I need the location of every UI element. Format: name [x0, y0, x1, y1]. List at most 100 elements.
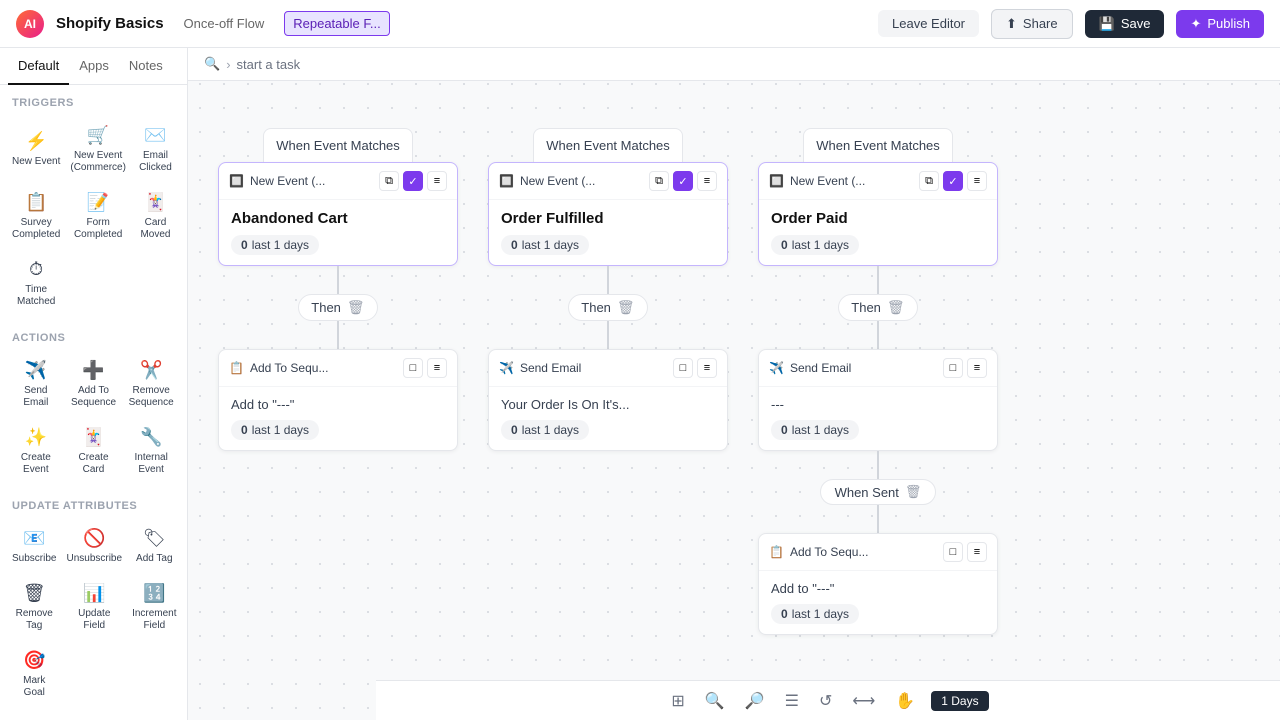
toolbar-grid-icon[interactable]: ⊞: [667, 687, 688, 715]
connector-1a: [337, 266, 339, 294]
tab-repeatable[interactable]: Repeatable F...: [284, 11, 389, 36]
toolbar-zoom-in-icon[interactable]: 🔍: [701, 687, 729, 715]
trigger-card-3-menu-btn[interactable]: ≡: [967, 171, 987, 191]
toolbar-zoom-out-icon[interactable]: 🔎: [741, 687, 769, 715]
breadcrumb: 🔍 › start a task: [188, 48, 1280, 81]
trigger-card-2-menu-btn[interactable]: ≡: [697, 171, 717, 191]
add-tag-icon: 🏷: [143, 528, 166, 549]
trigger-card-1[interactable]: 🔲 New Event (... ⧉ ✓ ≡ Abandon: [218, 162, 458, 266]
toolbar-refresh-icon[interactable]: ↺: [815, 687, 836, 715]
share-button[interactable]: ⬆ Share: [991, 9, 1073, 39]
sidebar-item-update-field[interactable]: 📊 Update Field: [62, 575, 126, 640]
sidebar-item-mark-goal[interactable]: 🎯 Mark Goal: [8, 642, 60, 707]
sidebar-item-create-event[interactable]: ✨ Create Event: [8, 419, 64, 484]
create-card-icon: 🃏: [82, 427, 104, 448]
action-card-1-check-btn[interactable]: □: [403, 358, 423, 378]
canvas-content[interactable]: When Event Matches 🔲 New Event (... ⧉ ✓: [188, 88, 1280, 680]
action-card-1-header: 📋 Add To Sequ... □ ≡: [219, 350, 457, 387]
action-card-3-check-btn[interactable]: □: [943, 358, 963, 378]
action-card-2[interactable]: ✈️ Send Email □ ≡ Your Order Is On It's.…: [488, 349, 728, 451]
then-badge-3[interactable]: Then 🗑: [838, 294, 917, 321]
trigger-card-2-body: Order Fulfilled 0 last 1 days: [489, 200, 727, 265]
connector-3d: [877, 505, 879, 533]
tab-once-off[interactable]: Once-off Flow: [176, 12, 273, 35]
sidebar-item-new-event[interactable]: ⚡ New Event: [8, 117, 64, 182]
trigger-card-3-check-btn[interactable]: ✓: [943, 171, 963, 191]
triggers-grid: ⚡ New Event 🛒 New Event (Commerce) ✉️ Em…: [0, 113, 187, 320]
action-card-3-menu-btn[interactable]: ≡: [967, 358, 987, 378]
event-label-1: When Event Matches: [263, 128, 413, 162]
sidebar-item-add-to-sequence[interactable]: ➕ Add To Sequence: [66, 352, 122, 417]
save-icon: 💾: [1099, 16, 1115, 32]
toolbar-hand-icon[interactable]: ✋: [891, 687, 919, 715]
trigger-card-3-header: 🔲 New Event (... ⧉ ✓ ≡: [759, 163, 997, 200]
trigger-card-2[interactable]: 🔲 New Event (... ⧉ ✓ ≡ Order F: [488, 162, 728, 266]
sidebar-item-create-card[interactable]: 🃏 Create Card: [66, 419, 122, 484]
sidebar-tab-notes[interactable]: Notes: [119, 48, 173, 85]
trigger-card-2-copy-btn[interactable]: ⧉: [649, 171, 669, 191]
new-event-icon: ⚡: [25, 131, 47, 152]
trigger-card-1-check-btn[interactable]: ✓: [403, 171, 423, 191]
sidebar: Default Apps Notes Triggers ⚡ New Event …: [0, 48, 188, 720]
sidebar-item-increment-field[interactable]: 🔢 Increment Field: [128, 575, 180, 640]
action-card-2-check-btn[interactable]: □: [673, 358, 693, 378]
connector-2a: [607, 266, 609, 294]
then-badge-2[interactable]: Then 🗑: [568, 294, 647, 321]
trigger-card-2-check-btn[interactable]: ✓: [673, 171, 693, 191]
when-sent-badge[interactable]: When Sent 🗑: [820, 479, 937, 505]
sub-action-card-3-check-btn[interactable]: □: [943, 542, 963, 562]
sidebar-item-time-matched[interactable]: ⏱ Time Matched: [8, 251, 64, 316]
mark-goal-icon: 🎯: [23, 650, 45, 671]
sidebar-tab-apps[interactable]: Apps: [69, 48, 119, 85]
action-card-1[interactable]: 📋 Add To Sequ... □ ≡ Add to "---": [218, 349, 458, 451]
trigger-card-3[interactable]: 🔲 New Event (... ⧉ ✓ ≡ Order P: [758, 162, 998, 266]
app-name: Shopify Basics: [56, 15, 164, 32]
sidebar-item-send-email[interactable]: ✈️ Send Email: [8, 352, 64, 417]
trigger-card-3-icon: 🔲: [769, 174, 784, 188]
toolbar-list-icon[interactable]: ☰: [781, 687, 803, 715]
trigger-card-1-menu-btn[interactable]: ≡: [427, 171, 447, 191]
sidebar-item-subscribe[interactable]: 📧 Subscribe: [8, 520, 60, 573]
sidebar-item-form-completed[interactable]: 📝 Form Completed: [66, 184, 130, 249]
action-card-1-menu-btn[interactable]: ≡: [427, 358, 447, 378]
action-card-1-icon: 📋: [229, 361, 244, 375]
trigger-card-3-copy-btn[interactable]: ⧉: [919, 171, 939, 191]
app-logo: AI: [16, 10, 44, 38]
sub-action-card-3-menu-btn[interactable]: ≡: [967, 542, 987, 562]
increment-field-icon: 🔢: [143, 583, 165, 604]
sidebar-item-new-event-commerce[interactable]: 🛒 New Event (Commerce): [66, 117, 130, 182]
share-icon: ⬆: [1006, 16, 1017, 32]
then-badge-1[interactable]: Then 🗑: [298, 294, 377, 321]
sidebar-item-remove-tag[interactable]: 🗑 Remove Tag: [8, 575, 60, 640]
triggers-section-title: Triggers: [0, 85, 187, 113]
toolbar-duration-label[interactable]: 1 Days: [931, 691, 988, 711]
sub-action-card-3[interactable]: 📋 Add To Sequ... □ ≡ Add to "---": [758, 533, 998, 635]
publish-button[interactable]: ✦ Publish: [1176, 10, 1264, 38]
delete-then-3-icon[interactable]: 🗑: [887, 299, 905, 316]
sidebar-item-add-tag[interactable]: 🏷 Add Tag: [128, 520, 180, 573]
delete-then-1-icon[interactable]: 🗑: [347, 299, 365, 316]
action-card-3[interactable]: ✈️ Send Email □ ≡ ---: [758, 349, 998, 451]
sidebar-item-unsubscribe[interactable]: 🚫 Unsubscribe: [62, 520, 126, 573]
sidebar-tab-default[interactable]: Default: [8, 48, 69, 85]
subscribe-icon: 📧: [23, 528, 45, 549]
trigger-card-1-copy-btn[interactable]: ⧉: [379, 171, 399, 191]
toolbar-resize-icon[interactable]: ⟷: [848, 687, 879, 715]
remove-sequence-icon: ✂️: [140, 360, 162, 381]
sidebar-item-survey-completed[interactable]: 📋 Survey Completed: [8, 184, 64, 249]
save-button[interactable]: 💾 Save: [1085, 10, 1165, 38]
trigger-card-1-body: Abandoned Cart 0 last 1 days: [219, 200, 457, 265]
action-card-2-menu-btn[interactable]: ≡: [697, 358, 717, 378]
bottom-toolbar: ⊞ 🔍 🔎 ☰ ↺ ⟷ ✋ 1 Days: [376, 680, 1280, 720]
internal-event-icon: 🔧: [140, 427, 162, 448]
sidebar-item-card-moved[interactable]: 🃏 Card Moved: [132, 184, 179, 249]
sidebar-item-internal-event[interactable]: 🔧 Internal Event: [123, 419, 179, 484]
sidebar-item-remove-sequence[interactable]: ✂️ Remove Sequence: [123, 352, 179, 417]
delete-then-2-icon[interactable]: 🗑: [617, 299, 635, 316]
unsubscribe-icon: 🚫: [83, 528, 105, 549]
sub-action-card-3-header: 📋 Add To Sequ... □ ≡: [759, 534, 997, 571]
leave-editor-button[interactable]: Leave Editor: [878, 10, 979, 37]
search-icon[interactable]: 🔍: [204, 56, 220, 72]
delete-when-sent-icon[interactable]: 🗑: [905, 484, 922, 500]
sidebar-item-email-clicked[interactable]: ✉️ Email Clicked: [132, 117, 179, 182]
